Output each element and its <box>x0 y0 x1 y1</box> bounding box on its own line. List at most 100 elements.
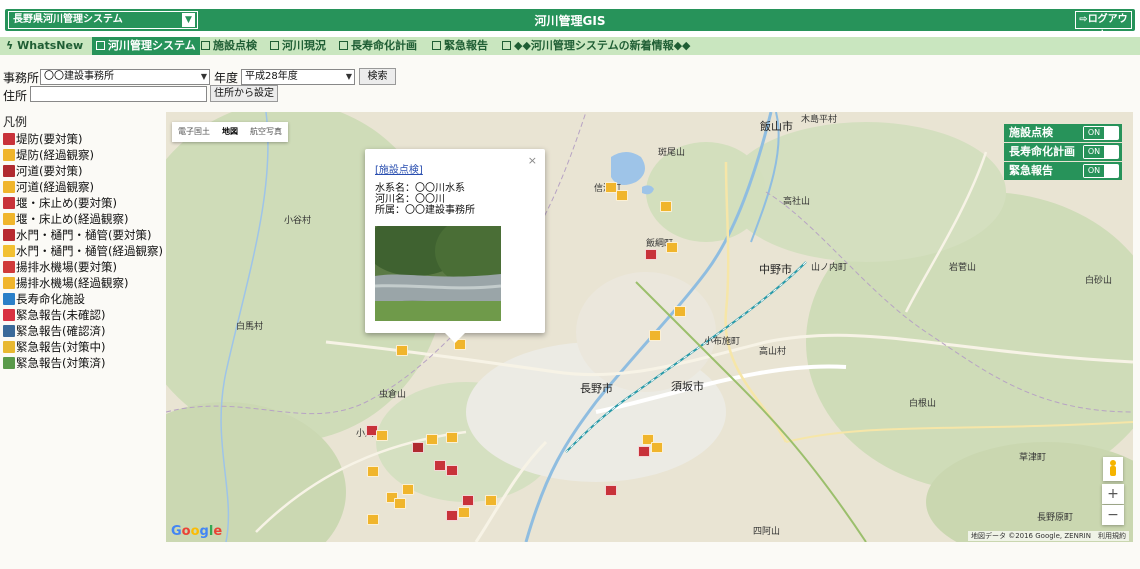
layer-emergency-report: 緊急報告 ON <box>1004 162 1122 180</box>
menu-emergency-report[interactable]: 緊急報告 <box>432 37 488 55</box>
weir-icon <box>3 197 15 209</box>
place-label: 白砂山 <box>1085 276 1113 286</box>
year-select[interactable]: 平成28年度 ▼ <box>241 69 355 85</box>
layer-label: 施設点検 <box>1009 126 1053 139</box>
facility-marker[interactable] <box>376 430 388 441</box>
office-label: 事務所 <box>3 71 40 85</box>
menu-longevity-plan[interactable]: 長寿命化計画 <box>339 37 417 55</box>
place-label: 高社山 <box>783 197 811 207</box>
lightning-icon: ϟ <box>6 39 14 52</box>
map-type-map[interactable]: 地図 <box>216 122 244 142</box>
channel-icon <box>3 165 15 177</box>
legend-item: 堤防(経過観察) <box>3 147 163 163</box>
map-type-aerial[interactable]: 航空写真 <box>244 122 288 142</box>
legend-item: 緊急報告(対策済) <box>3 355 163 371</box>
address-input[interactable] <box>30 86 207 102</box>
facility-marker[interactable] <box>660 201 672 212</box>
facility-marker[interactable] <box>485 495 497 506</box>
system-select-value: 長野県河川管理システム <box>13 14 123 25</box>
toggle-state: ON <box>1084 146 1104 158</box>
legend: 堤防(要対策) 堤防(経過観察) 河道(要対策) 河道(経過観察) 堰・床止め(… <box>3 131 163 371</box>
office-select[interactable]: 〇〇建設事務所 ▼ <box>40 69 210 85</box>
layer-label: 長寿命化計画 <box>1009 145 1075 158</box>
legend-label: 緊急報告(確認済) <box>16 324 106 338</box>
facility-marker[interactable] <box>446 465 458 476</box>
facility-marker[interactable] <box>412 442 424 453</box>
close-icon[interactable]: × <box>528 154 537 167</box>
facility-marker[interactable] <box>651 442 663 453</box>
menu-facility-inspection[interactable]: 施設点検 <box>201 37 257 55</box>
facility-marker[interactable] <box>666 242 678 253</box>
facility-marker[interactable] <box>446 510 458 521</box>
popup-link[interactable]: [施設点検] <box>375 161 535 176</box>
chevron-down-icon: ▼ <box>182 13 195 27</box>
legend-item: 緊急報告(未確認) <box>3 307 163 323</box>
legend-item: 長寿命化施設 <box>3 291 163 307</box>
logout-icon: ⇨ <box>1079 14 1088 25</box>
title-bar: 長野県河川管理システム ▼ 河川管理GIS ⇨ログアウト <box>5 9 1135 41</box>
menu-news[interactable]: ◆◆河川管理システムの新着情報◆◆ <box>502 37 691 55</box>
layer-toggle[interactable]: ON <box>1083 145 1119 159</box>
popup-line: 水系名：〇〇川水系 <box>375 183 465 194</box>
search-button[interactable]: 検索 <box>359 68 396 85</box>
layer-toggle[interactable]: ON <box>1083 126 1119 140</box>
address-label: 住所 <box>3 89 28 103</box>
popup-line: 河川名：〇〇川 <box>375 194 445 205</box>
layer-toggle[interactable]: ON <box>1083 164 1119 178</box>
year-label: 年度 <box>214 71 239 85</box>
facility-marker[interactable] <box>394 498 406 509</box>
legend-label: 堰・床止め(経過観察) <box>16 212 129 226</box>
street-view-pegman-icon[interactable] <box>1103 457 1123 481</box>
chevron-down-icon: ▼ <box>200 72 207 81</box>
office-select-value: 〇〇建設事務所 <box>44 71 114 82</box>
zoom-out-button[interactable]: − <box>1102 505 1124 525</box>
layer-panel: 施設点検 ON 長寿命化計画 ON 緊急報告 ON <box>1004 124 1122 181</box>
menu-whatsnew[interactable]: ϟ WhatsNew <box>6 37 83 55</box>
legend-label: 堤防(経過観察) <box>16 148 94 162</box>
menu-label: WhatsNew <box>17 39 84 52</box>
legend-item: 堰・床止め(経過観察) <box>3 211 163 227</box>
facility-marker[interactable] <box>462 495 474 506</box>
pump-station-icon <box>3 261 15 273</box>
system-select[interactable]: 長野県河川管理システム ▼ <box>8 11 198 29</box>
menu-label: 緊急報告 <box>444 39 488 52</box>
layer-label: 緊急報告 <box>1009 164 1053 177</box>
facility-marker[interactable] <box>649 330 661 341</box>
legend-item: 水門・樋門・樋管(経過観察) <box>3 243 163 259</box>
facility-marker[interactable] <box>396 345 408 356</box>
place-label: 四阿山 <box>753 527 781 537</box>
facility-marker[interactable] <box>674 306 686 317</box>
address-set-button[interactable]: 住所から設定 <box>210 85 278 102</box>
legend-label: 河道(要対策) <box>16 164 83 178</box>
facility-marker[interactable] <box>638 446 650 457</box>
facility-marker[interactable] <box>446 432 458 443</box>
place-label: 白根山 <box>909 399 937 409</box>
legend-title: 凡例 <box>3 115 28 129</box>
map-type-denshi[interactable]: 電子国土 <box>172 122 216 142</box>
sluice-gate-icon <box>3 229 15 241</box>
legend-label: 揚排水機場(経過観察) <box>16 276 129 290</box>
zoom-in-button[interactable]: + <box>1102 484 1124 504</box>
facility-marker[interactable] <box>616 190 628 201</box>
facility-marker[interactable] <box>367 514 379 525</box>
google-logo: Google <box>171 524 223 539</box>
facility-marker[interactable] <box>458 507 470 518</box>
checkbox-icon <box>201 41 210 50</box>
facility-marker[interactable] <box>426 434 438 445</box>
legend-label: 長寿命化施設 <box>16 292 85 306</box>
place-label: 斑尾山 <box>658 148 686 158</box>
menu-river-status[interactable]: 河川現況 <box>270 37 326 55</box>
popup-tail <box>445 333 465 343</box>
facility-marker[interactable] <box>434 460 446 471</box>
map-copyright: 地図データ ©2016 Google, ZENRIN 利用規約 <box>967 531 1129 541</box>
map[interactable]: 電子国土地図航空写真 飯山市 木島平村 斑尾山 信濃町 高社山 飯綱町 中野市 … <box>166 112 1133 542</box>
facility-marker[interactable] <box>402 484 414 495</box>
facility-marker[interactable] <box>605 485 617 496</box>
logout-button[interactable]: ⇨ログアウト <box>1075 11 1132 41</box>
menu-river-system[interactable]: 河川管理システム <box>92 37 200 55</box>
legend-item: 水門・樋門・樋管(要対策) <box>3 227 163 243</box>
place-label: 長野原町 <box>1037 513 1074 523</box>
facility-marker[interactable] <box>645 249 657 260</box>
place-label: 小布施町 <box>704 337 741 347</box>
facility-marker[interactable] <box>367 466 379 477</box>
